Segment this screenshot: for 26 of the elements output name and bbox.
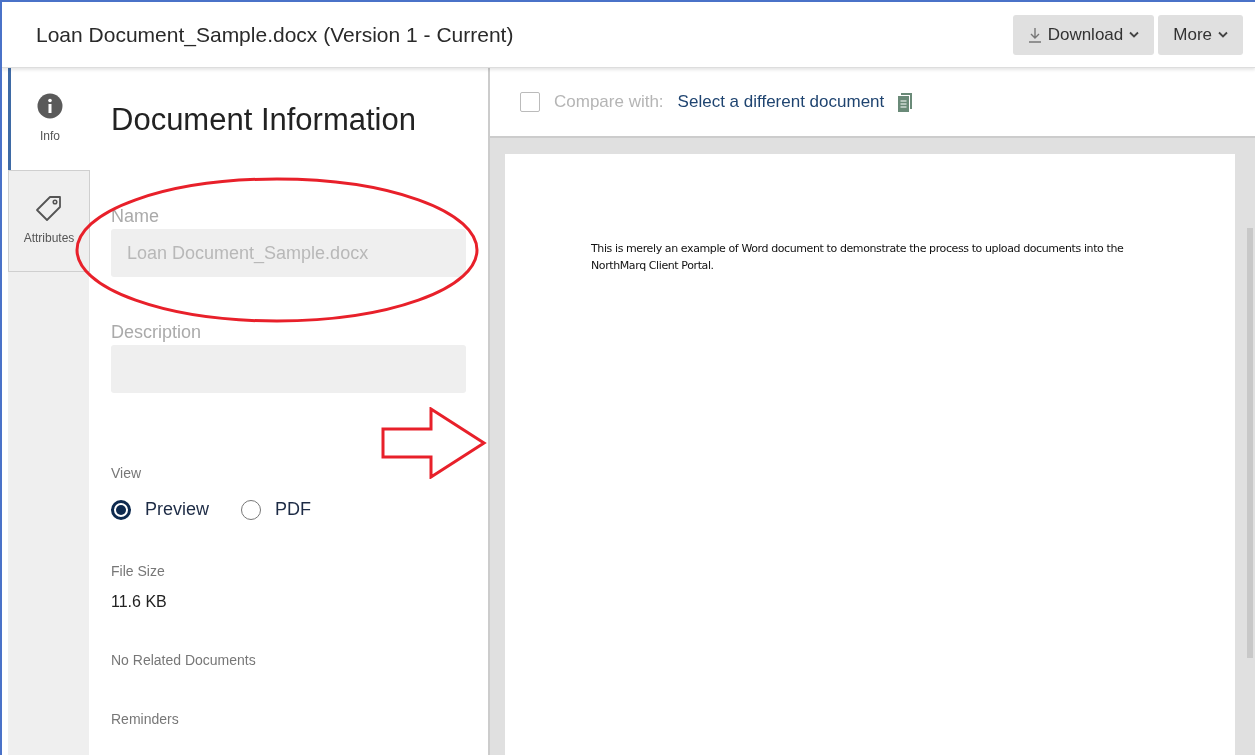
compare-label: Compare with: <box>554 91 664 114</box>
panel-heading: Document Information <box>111 104 417 135</box>
sidebar-tab[interactable]: Attributes <box>8 170 90 272</box>
radio-button[interactable] <box>111 499 131 520</box>
download-icon <box>1027 26 1042 43</box>
caret-icon <box>1129 31 1140 38</box>
radio-option[interactable]: PDF <box>241 496 312 523</box>
related-documents-text: No Related Documents <box>111 651 257 670</box>
tag-icon <box>35 195 63 223</box>
document-icon <box>898 92 913 112</box>
window-title: Loan Document_Sample.docx (Version 1 - Current) <box>36 21 515 49</box>
field-label: Name <box>111 205 159 227</box>
file-size-value: 11.6 KB <box>111 592 168 612</box>
info-icon <box>37 93 63 119</box>
download-button[interactable]: Download <box>1012 14 1155 55</box>
document-text: This is merely an example of Word document to demonstrate the process to upload documents into the NorthMarq Client Portal. <box>591 241 1125 274</box>
more-button[interactable]: More <box>1158 14 1243 55</box>
view-label: View <box>111 464 143 483</box>
radio-option[interactable]: Preview <box>111 496 210 523</box>
select-document-link[interactable]: Select a different document <box>677 89 885 115</box>
compare-checkbox[interactable] <box>520 92 540 112</box>
reminders-label: Reminders <box>111 710 180 729</box>
caret-icon <box>1218 31 1228 38</box>
sidebar-tab[interactable]: Info <box>8 68 89 170</box>
file-size-label: File Size <box>111 562 166 581</box>
field-label: Description <box>111 321 202 343</box>
